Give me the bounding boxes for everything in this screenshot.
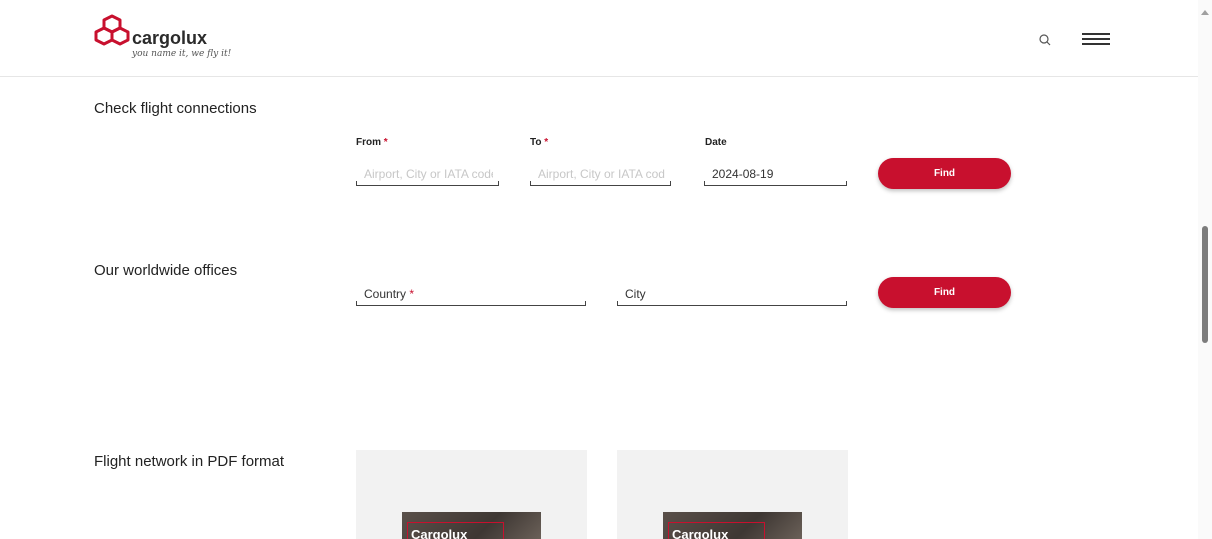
pdf-thumbnail-text: Cargolux: [672, 527, 729, 539]
date-input[interactable]: 2024-08-19: [704, 164, 847, 186]
flight-connections-title: Check flight connections: [94, 100, 257, 117]
logo-cubes-icon: [94, 14, 130, 46]
offices-title: Our worldwide offices: [94, 262, 238, 279]
from-placeholder: Airport, City or IATA code: [364, 167, 493, 181]
scroll-up-arrow-icon[interactable]: [1201, 10, 1209, 15]
cargolux-logo[interactable]: cargolux you name it, we fly it!: [94, 14, 294, 64]
search-icon[interactable]: [1036, 31, 1056, 51]
country-select[interactable]: Country *: [356, 284, 586, 306]
pdf-thumbnail: Cargolux: [663, 512, 802, 539]
to-label: To *: [530, 137, 549, 148]
site-header: cargolux you name it, we fly it!: [0, 0, 1198, 77]
pdf-card-1[interactable]: Cargolux: [356, 450, 587, 539]
pdf-section-title: Flight network in PDF format: [94, 453, 285, 470]
city-placeholder: City: [625, 287, 646, 301]
pdf-thumbnail-text: Cargolux: [411, 527, 468, 539]
country-placeholder: Country *: [364, 287, 415, 301]
brand-tagline: you name it, we fly it!: [132, 49, 232, 59]
date-label: Date: [705, 137, 727, 148]
pdf-thumbnail: Cargolux: [402, 512, 541, 539]
pdf-card-2[interactable]: Cargolux: [617, 450, 848, 539]
hamburger-menu-icon[interactable]: [1082, 33, 1110, 49]
to-placeholder: Airport, City or IATA code: [538, 167, 665, 181]
find-offices-button[interactable]: Find: [878, 277, 1011, 308]
from-label: From *: [356, 137, 388, 148]
date-value: 2024-08-19: [712, 167, 774, 181]
city-select[interactable]: City: [617, 284, 847, 306]
brand-name: cargolux: [132, 28, 208, 48]
scrollbar-thumb[interactable]: [1202, 226, 1208, 343]
page-scrollbar[interactable]: [1198, 0, 1212, 539]
find-flights-button[interactable]: Find: [878, 158, 1011, 189]
to-input[interactable]: Airport, City or IATA code: [530, 164, 671, 186]
from-input[interactable]: Airport, City or IATA code: [356, 164, 499, 186]
